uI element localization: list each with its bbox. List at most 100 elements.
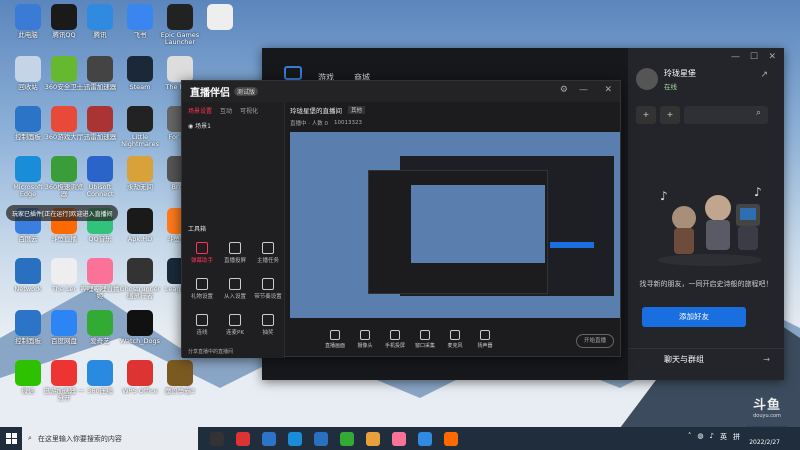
- maximize-icon[interactable]: ☐: [750, 52, 758, 62]
- desktop-icon[interactable]: WPS Office: [118, 360, 162, 395]
- tab-visual[interactable]: 可视化: [240, 106, 258, 115]
- desktop-icon[interactable]: Little Nightmares: [118, 106, 162, 149]
- app-icon: [207, 4, 233, 30]
- desktop-icon[interactable]: Watch_Dogs: [118, 310, 162, 345]
- desktop-icon[interactable]: 哔哩哔哩直播姬: [78, 258, 122, 301]
- desktop-icon[interactable]: 魔兽争霸3: [158, 360, 202, 395]
- tool-item[interactable]: 连麦PK: [219, 314, 251, 336]
- taskbar-search[interactable]: ⌕ 在这里输入你要搜索的内容: [22, 427, 198, 450]
- desktop-icon-label: QQ音乐: [88, 235, 112, 243]
- taskbar-app-icon[interactable]: [262, 431, 276, 446]
- tool-icon: [229, 314, 241, 326]
- add-friend-button[interactable]: 添加好友: [642, 307, 746, 327]
- bottom-tool[interactable]: 窗口采集: [412, 329, 438, 349]
- zhibo-brand: 直播伴侣: [190, 88, 230, 99]
- external-icon[interactable]: ↗: [760, 70, 768, 80]
- collapse-icon[interactable]: →: [763, 349, 770, 371]
- input-mode[interactable]: 拼: [733, 432, 740, 442]
- clock-date[interactable]: 2022/2/27: [749, 439, 780, 446]
- tool-label: 主播任务: [256, 258, 279, 264]
- avatar[interactable]: [636, 68, 658, 90]
- taskbar-app-icon[interactable]: [444, 431, 458, 446]
- taskbar-app-icon[interactable]: [340, 431, 354, 446]
- taskbar-app-icon[interactable]: [210, 431, 224, 446]
- qq-status[interactable]: 在线: [664, 81, 677, 91]
- watermark-brand: 斗鱼: [752, 398, 781, 413]
- chat-groups-button[interactable]: 聊天与群组 →: [628, 348, 784, 370]
- desktop-icon[interactable]: 飞书: [118, 4, 162, 39]
- taskbar-app-icon[interactable]: [314, 431, 328, 446]
- preview-canvas[interactable]: [290, 132, 620, 318]
- desktop-icon-label: Network: [14, 285, 42, 293]
- app-icon: [87, 4, 113, 30]
- bottom-tool-label: 扬声器: [477, 342, 493, 349]
- app-icon: [51, 56, 77, 82]
- bottom-tool[interactable]: 摄像头: [352, 329, 378, 349]
- app-icon: [87, 56, 113, 82]
- settings-icon[interactable]: ⚙: [560, 85, 568, 95]
- taskbar-app-icon[interactable]: [366, 431, 380, 446]
- app-icon: [15, 310, 41, 336]
- desktop-icon[interactable]: 爱奇艺: [78, 310, 122, 345]
- tool-item[interactable]: 主播任务: [252, 242, 284, 264]
- nested-preview-zhibo: [368, 170, 548, 294]
- desktop-icon-label: 控制面板: [15, 133, 41, 141]
- close-icon[interactable]: ✕: [604, 85, 612, 95]
- start-button[interactable]: [0, 427, 22, 450]
- bottom-tool[interactable]: 麦克风: [442, 329, 468, 349]
- tool-item[interactable]: 从入设置: [219, 278, 251, 300]
- desktop-icon[interactable]: [198, 4, 242, 32]
- desktop-icon[interactable]: 永劫无间: [118, 156, 162, 191]
- tab-scene[interactable]: 场景设置: [188, 106, 212, 115]
- stream-notification: 玩家已插件[正在运行]欢迎进入直播间: [6, 205, 118, 221]
- tool-item[interactable]: 带节奏设置: [252, 278, 284, 300]
- bottom-tool[interactable]: 扬声器: [472, 329, 498, 349]
- tool-item[interactable]: 直播投屏: [219, 242, 251, 264]
- add-group-icon[interactable]: +: [660, 106, 680, 124]
- bottom-tool[interactable]: 直播画面: [322, 329, 348, 349]
- taskbar-app-icon[interactable]: [418, 431, 432, 446]
- bottom-tool[interactable]: 手机投屏: [382, 329, 408, 349]
- app-icon: [87, 156, 113, 182]
- volume-icon[interactable]: ♪: [710, 432, 714, 442]
- desktop-icon-label: The Ler: [51, 285, 77, 293]
- taskbar-app-icon[interactable]: [236, 431, 250, 446]
- tool-label: 连麦PK: [226, 330, 244, 336]
- desktop-icon[interactable]: 迅雷加速器: [78, 106, 122, 141]
- desktop-icon[interactable]: 迅雷加速器: [78, 56, 122, 91]
- tool-item[interactable]: 礼物设置: [186, 278, 218, 300]
- tool-item[interactable]: 抽奖: [252, 314, 284, 336]
- nested-preview-canvas: [411, 185, 545, 263]
- minimize-icon[interactable]: —: [579, 85, 588, 95]
- desktop-icon[interactable]: Ubisoft Connect: [78, 156, 122, 199]
- room-meta: 直播中 · 人数 0 10013323: [286, 118, 622, 128]
- add-friend-icon[interactable]: +: [636, 106, 656, 124]
- chat-groups-label: 聊天与群组: [664, 355, 704, 364]
- tool-item[interactable]: 弹幕助手: [186, 242, 218, 264]
- desktop-icon[interactable]: 360压缩: [78, 360, 122, 395]
- room-tag[interactable]: 其他: [348, 106, 366, 114]
- start-live-button[interactable]: 开始直播: [576, 334, 614, 348]
- tool-label: 弹幕助手: [190, 258, 213, 264]
- desktop-icon[interactable]: 腾讯: [78, 4, 122, 39]
- bottom-tool-icon: [390, 329, 400, 340]
- scene-tabs: 场景设置 互动 可视化: [182, 102, 284, 119]
- input-lang[interactable]: 英: [720, 432, 727, 442]
- desktop-icon[interactable]: Ghostrunner 幽灵行者: [118, 258, 162, 301]
- desktop-icon[interactable]: Apk.HD: [118, 208, 162, 243]
- beta-badge: 测试版: [234, 87, 259, 96]
- search-icon[interactable]: ⌕: [756, 108, 761, 118]
- minimize-icon[interactable]: —: [731, 52, 740, 62]
- tray-expand-icon[interactable]: ˄: [688, 432, 692, 442]
- desktop-icon[interactable]: Epic Games Launcher: [158, 4, 202, 47]
- close-icon[interactable]: ✕: [768, 52, 776, 62]
- tool-item[interactable]: 连线: [186, 314, 218, 336]
- taskbar-app-icon[interactable]: [392, 431, 406, 446]
- scene-item[interactable]: ◉ 场景1: [182, 119, 284, 132]
- tab-interact[interactable]: 互动: [220, 106, 232, 115]
- app-icon: [127, 56, 153, 82]
- network-icon[interactable]: ◍: [697, 432, 703, 442]
- tool-icon: [196, 314, 208, 326]
- desktop-icon[interactable]: Steam: [118, 56, 162, 91]
- taskbar-app-icon[interactable]: [288, 431, 302, 446]
